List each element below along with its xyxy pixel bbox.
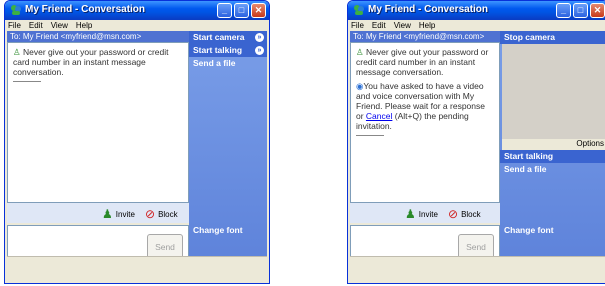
task-send-file[interactable]: Send a file xyxy=(189,57,267,70)
to-line: To: My Friend <myfriend@msn.com> xyxy=(7,31,189,42)
task-send-file[interactable]: Send a file xyxy=(500,163,605,176)
minimize-button[interactable]: _ xyxy=(217,3,232,18)
menu-bar: File Edit View Help xyxy=(348,20,605,31)
menu-file[interactable]: File xyxy=(8,20,21,31)
window-title: My Friend - Conversation xyxy=(25,4,146,15)
menu-edit[interactable]: Edit xyxy=(29,20,43,31)
block-icon: ⊘ xyxy=(448,207,459,221)
messenger-icon xyxy=(11,5,21,15)
buddy-icon: ♙ xyxy=(13,47,21,57)
cancel-link[interactable]: Cancel xyxy=(366,111,392,121)
chevron-down-icon[interactable]: » xyxy=(255,46,264,55)
conversation-window-1: My Friend - Conversation _ □ ✕ File Edit… xyxy=(4,0,270,284)
menu-bar: File Edit View Help xyxy=(5,20,269,31)
invite-label: Invite xyxy=(115,209,135,219)
block-button[interactable]: ⊘ Block xyxy=(448,207,481,221)
options-button[interactable]: Options xyxy=(502,139,605,150)
chevron-down-icon[interactable]: » xyxy=(255,33,264,42)
status-bar xyxy=(350,256,605,269)
title-bar[interactable]: My Friend - Conversation _ □ ✕ xyxy=(5,1,269,20)
task-pane: Start camera» Start talking» Send a file… xyxy=(189,31,267,269)
separator xyxy=(356,135,384,136)
change-font-link[interactable]: Change font xyxy=(500,225,605,235)
invite-button[interactable]: ♟ Invite xyxy=(102,207,135,221)
security-warning: Never give out your password or credit c… xyxy=(13,47,169,77)
minimize-button[interactable]: _ xyxy=(556,3,571,18)
status-bar xyxy=(7,256,267,269)
block-label: Block xyxy=(461,209,481,219)
task-stop-camera[interactable]: Stop camera xyxy=(500,31,605,44)
menu-file[interactable]: File xyxy=(351,20,364,31)
separator xyxy=(13,81,41,82)
maximize-button[interactable]: □ xyxy=(234,3,249,18)
task-start-talking[interactable]: Start talking» xyxy=(189,44,267,57)
invite-button[interactable]: ♟ Invite xyxy=(405,207,438,221)
action-toolbar: ♟ Invite ⊘ Block xyxy=(350,203,500,223)
close-button[interactable]: ✕ xyxy=(251,3,266,18)
window-title: My Friend - Conversation xyxy=(368,4,489,15)
messenger-icon xyxy=(354,5,364,15)
menu-edit[interactable]: Edit xyxy=(372,20,386,31)
block-button[interactable]: ⊘ Block xyxy=(145,207,178,221)
to-line: To: My Friend <myfriend@msn.com> xyxy=(350,31,500,42)
security-warning: Never give out your password or credit c… xyxy=(356,47,489,77)
block-icon: ⊘ xyxy=(145,207,156,221)
action-toolbar: ♟ Invite ⊘ Block xyxy=(7,203,189,223)
menu-view[interactable]: View xyxy=(51,20,68,31)
conversation-window-2: My Friend - Conversation _ □ ✕ File Edit… xyxy=(347,0,605,284)
invite-icon: ♟ xyxy=(405,207,416,221)
task-pane: Stop camera Options Start talking Send a… xyxy=(500,31,605,269)
menu-view[interactable]: View xyxy=(394,20,411,31)
close-button[interactable]: ✕ xyxy=(590,3,605,18)
invite-label: Invite xyxy=(418,209,438,219)
buddy-icon: ♙ xyxy=(356,47,364,57)
video-preview xyxy=(502,44,605,139)
message-history[interactable]: ♙ Never give out your password or credit… xyxy=(7,42,189,203)
task-start-camera[interactable]: Start camera» xyxy=(189,31,267,44)
message-history[interactable]: ♙ Never give out your password or credit… xyxy=(350,42,500,203)
block-label: Block xyxy=(158,209,178,219)
task-start-talking[interactable]: Start talking xyxy=(500,150,605,163)
menu-help[interactable]: Help xyxy=(76,20,92,31)
title-bar[interactable]: My Friend - Conversation _ □ ✕ xyxy=(348,1,605,20)
invite-icon: ♟ xyxy=(102,207,113,221)
maximize-button[interactable]: □ xyxy=(573,3,588,18)
menu-help[interactable]: Help xyxy=(419,20,435,31)
change-font-link[interactable]: Change font xyxy=(189,225,267,235)
